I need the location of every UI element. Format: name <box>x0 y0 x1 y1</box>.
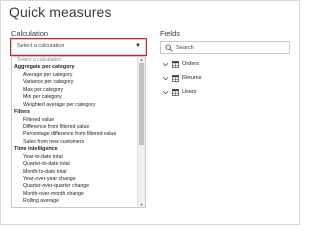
scrollbar-thumb[interactable] <box>139 63 144 145</box>
dropdown-option[interactable]: Difference from filtered value <box>12 124 139 131</box>
dropdown-group-header: Aggregate per category <box>14 64 75 71</box>
dropdown-option[interactable]: Max per category <box>12 87 139 94</box>
dropdown-option[interactable]: Month-to-date total <box>12 169 139 176</box>
dropdown-option[interactable]: Month-over-month change <box>12 191 139 198</box>
table-icon <box>172 89 179 96</box>
field-table-row[interactable]: Orders <box>160 58 290 72</box>
dropdown-option[interactable]: Quarter-to-date total <box>12 161 139 168</box>
dropdown-group-header: Filters <box>14 109 31 116</box>
dropdown-option[interactable]: Min per category <box>12 94 139 101</box>
dropdown-option[interactable]: Variance per category <box>12 79 139 86</box>
chevron-down-icon[interactable] <box>162 61 169 68</box>
field-table-row[interactable]: Users <box>160 86 290 100</box>
calculation-dropdown-list[interactable]: Select a calculation Aggregate per catego… <box>11 56 146 208</box>
field-table-row[interactable]: Returns <box>160 72 290 86</box>
chevron-down-icon[interactable] <box>162 89 169 96</box>
dropdown-option[interactable]: Filtered value <box>12 117 139 124</box>
chevron-down-icon[interactable] <box>162 75 169 82</box>
dropdown-option[interactable]: Average per category <box>12 72 139 79</box>
fields-label: Fields <box>160 29 181 38</box>
dropdown-options: Select a calculation Aggregate per catego… <box>12 57 139 206</box>
fields-search-input[interactable]: Search <box>160 41 290 54</box>
dropdown-option[interactable]: Weighted average per category <box>12 102 139 109</box>
table-icon <box>172 75 179 82</box>
dialog-title: Quick measures <box>9 4 112 20</box>
table-icon <box>172 61 179 68</box>
dropdown-option[interactable]: Sales from new customers <box>12 139 139 146</box>
field-table-name: Orders <box>182 61 200 67</box>
calculation-label: Calculation <box>11 29 49 38</box>
field-table-name: Users <box>182 89 197 95</box>
calculation-select[interactable]: Select a calculation ▼ <box>10 38 147 56</box>
quick-measures-dialog: Quick measures Calculation Select a calc… <box>0 0 300 225</box>
chevron-down-icon: ▼ <box>135 43 141 49</box>
fields-tree: Orders Returns Users <box>160 58 290 100</box>
scroll-down-icon[interactable]: ▼ <box>138 202 145 207</box>
scroll-up-icon[interactable]: ▲ <box>138 57 145 62</box>
dropdown-option[interactable]: Quarter-over-quarter change <box>12 183 139 190</box>
dropdown-option[interactable]: Percentage difference from filtered valu… <box>12 131 139 138</box>
dropdown-placeholder-option[interactable]: Select a calculation <box>12 57 139 64</box>
dropdown-scrollbar[interactable]: ▲ ▼ <box>137 57 145 207</box>
dropdown-option[interactable]: Year-over-year change <box>12 176 139 183</box>
search-icon <box>165 44 173 52</box>
dropdown-group-header: Time intelligence <box>14 146 58 153</box>
dropdown-option[interactable]: Rolling average <box>12 198 139 205</box>
calculation-select-value: Select a calculation <box>17 43 65 49</box>
search-placeholder: Search <box>176 44 194 51</box>
dropdown-option[interactable]: Year-to-date total <box>12 154 139 161</box>
field-table-name: Returns <box>182 75 202 81</box>
